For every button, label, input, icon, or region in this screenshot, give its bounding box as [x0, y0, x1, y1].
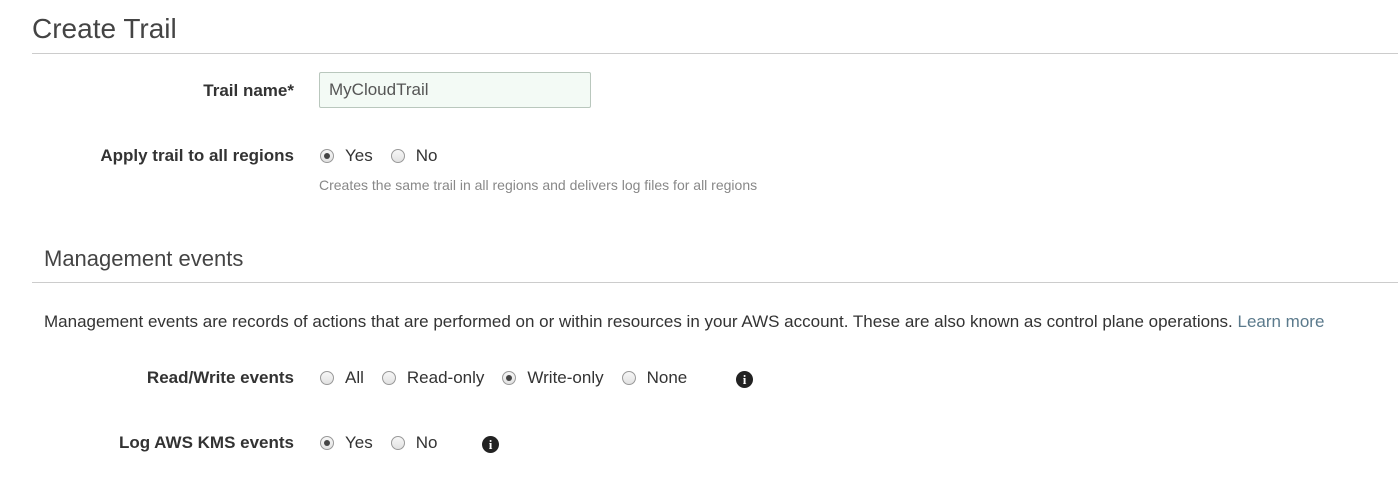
all-regions-yes-label[interactable]: Yes [345, 145, 373, 167]
read-write-radio-group: All Read-only Write-only None [320, 367, 687, 389]
read-write-readonly-label[interactable]: Read-only [407, 367, 485, 389]
all-regions-no-option[interactable]: No [390, 145, 438, 167]
read-write-writeonly-option[interactable]: Write-only [502, 367, 604, 389]
trail-name-label: Trail name* [203, 81, 294, 100]
kms-yes-radio[interactable] [320, 436, 334, 450]
read-write-readonly-option[interactable]: Read-only [381, 367, 485, 389]
all-regions-radio-group: Yes No [320, 145, 437, 167]
section-divider [32, 282, 1398, 283]
read-write-none-radio[interactable] [621, 371, 636, 385]
trail-name-input[interactable] [319, 72, 591, 108]
description-text: Management events are records of actions… [44, 312, 1233, 331]
page-title: Create Trail [32, 13, 177, 44]
read-write-none-option[interactable]: None [621, 367, 688, 389]
read-write-writeonly-label[interactable]: Write-only [527, 367, 603, 389]
kms-yes-label[interactable]: Yes [345, 432, 373, 454]
all-regions-help-text: Creates the same trail in all regions an… [319, 177, 758, 193]
read-write-readonly-radio[interactable] [381, 371, 396, 385]
learn-more-link[interactable]: Learn more [1237, 312, 1324, 331]
all-regions-no-radio[interactable] [390, 149, 405, 163]
management-events-description: Management events are records of actions… [44, 311, 1324, 333]
kms-events-label: Log AWS KMS events [118, 433, 294, 452]
read-write-none-label[interactable]: None [647, 367, 688, 389]
all-regions-yes-radio[interactable] [320, 149, 334, 163]
kms-radio-group: Yes No [320, 432, 437, 454]
all-regions-no-label[interactable]: No [416, 145, 438, 167]
kms-no-label[interactable]: No [416, 432, 438, 454]
all-regions-yes-option[interactable]: Yes [320, 145, 373, 167]
read-write-events-label: Read/Write events [146, 368, 294, 387]
read-write-info-icon[interactable]: i [736, 371, 753, 388]
read-write-all-radio[interactable] [320, 371, 334, 385]
title-divider [32, 53, 1398, 54]
kms-no-option[interactable]: No [390, 432, 438, 454]
kms-yes-option[interactable]: Yes [320, 432, 373, 454]
management-events-title: Management events [44, 246, 244, 271]
read-write-writeonly-radio[interactable] [502, 371, 517, 385]
kms-no-radio[interactable] [390, 436, 405, 450]
all-regions-label: Apply trail to all regions [100, 146, 294, 165]
read-write-all-label[interactable]: All [345, 367, 364, 389]
read-write-all-option[interactable]: All [320, 367, 364, 389]
kms-info-icon[interactable]: i [482, 436, 499, 453]
